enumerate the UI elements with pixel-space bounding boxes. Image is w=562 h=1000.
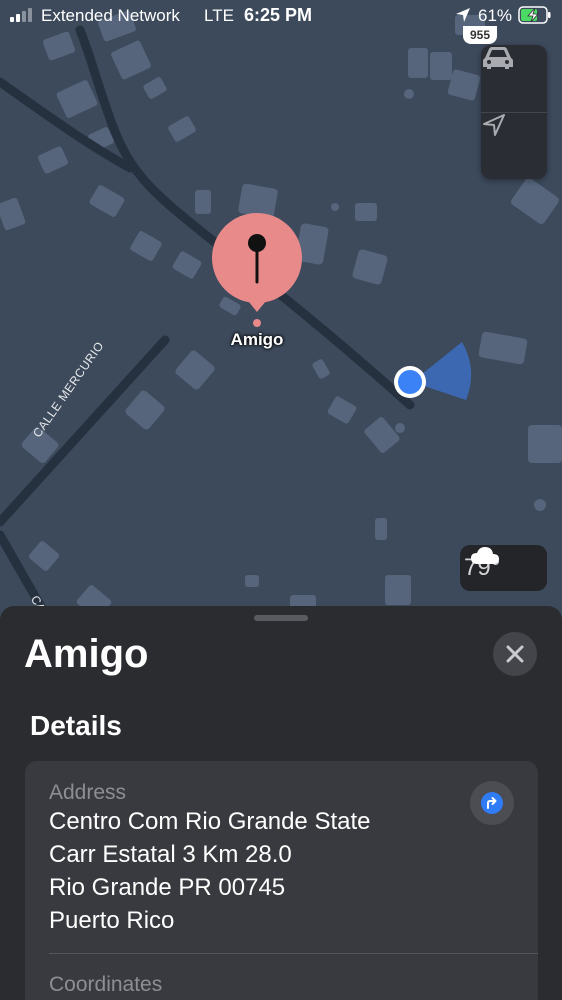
place-title: Amigo <box>24 632 149 676</box>
car-icon <box>483 47 513 69</box>
battery-percentage: 61% <box>478 6 513 25</box>
address-line[interactable]: Rio Grande PR 00745 <box>49 874 285 902</box>
sheet-grabber[interactable] <box>254 615 308 621</box>
address-line[interactable]: Centro Com Rio Grande State <box>49 808 370 836</box>
network-type: LTE <box>204 6 234 25</box>
address-line[interactable]: Puerto Rico <box>49 907 174 935</box>
close-icon <box>506 645 524 663</box>
cloud-icon <box>471 547 499 564</box>
place-card-sheet[interactable]: Amigo Details Address Centro Com Rio Gra… <box>0 606 562 1000</box>
location-arrow-icon <box>483 114 505 136</box>
location-arrow-icon <box>456 8 470 22</box>
user-location-dot <box>398 370 422 394</box>
track-location-button[interactable] <box>481 112 547 178</box>
transport-mode-button[interactable] <box>481 45 547 111</box>
map-controls <box>481 45 547 179</box>
battery-charging-icon <box>518 6 551 24</box>
clock: 6:25 PM <box>244 5 313 25</box>
map-canvas <box>0 0 562 640</box>
directions-button[interactable] <box>470 781 514 825</box>
card-divider <box>49 953 538 954</box>
address-line[interactable]: Carr Estatal 3 Km 28.0 <box>49 841 292 869</box>
address-card: Address Centro Com Rio Grande State Carr… <box>25 761 538 1000</box>
coordinates-label: Coordinates <box>49 973 163 996</box>
directions-icon <box>481 792 503 814</box>
signal-icon <box>10 8 36 22</box>
carrier-name: Extended Network <box>41 6 180 25</box>
close-button[interactable] <box>493 632 537 676</box>
weather-badge: 79° <box>460 545 547 591</box>
map-view[interactable]: Amigo CALLE MERCURIO CA 955 79° <box>0 0 562 640</box>
pin-label[interactable]: Amigo <box>222 330 292 350</box>
details-heading: Details <box>30 710 122 741</box>
address-label: Address <box>49 781 127 804</box>
status-bar: Extended Network LTE 6:25 PM 61% <box>0 0 562 30</box>
